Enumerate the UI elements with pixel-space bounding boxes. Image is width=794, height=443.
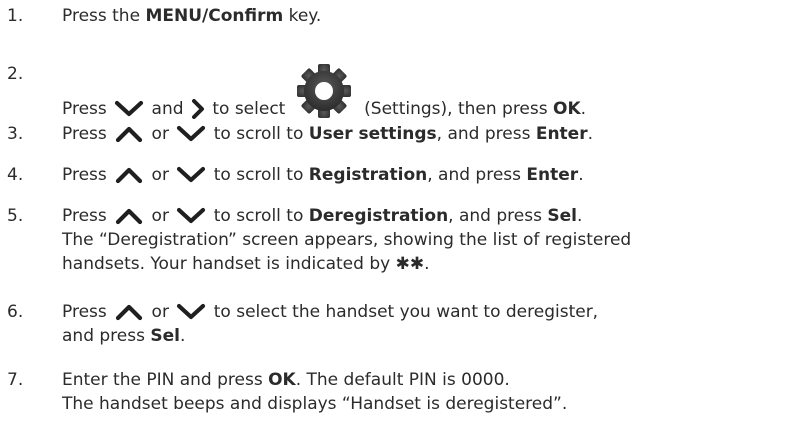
chevron-up-icon [114,166,144,184]
chevron-down-icon [176,166,206,184]
step-text: Press or to scroll to Registration, and … [62,163,584,187]
chevron-up-icon [114,303,144,321]
step-text-part: to scroll to [208,206,309,226]
key-name: MENU/Confirm [145,6,284,26]
step-number: 6. [7,302,24,322]
step-number: 5. [7,206,24,226]
step-text: Enter the PIN and press OK. The default … [62,368,567,416]
step-text-part: or [146,206,175,226]
step-text: Press or to scroll to Deregistration, an… [62,204,631,276]
key-name: Enter [526,165,579,185]
gear-icon [295,62,353,120]
step-text: Press and to select (Settings), then pre… [62,62,586,121]
chevron-down-icon [176,207,206,225]
step-text-part: Press [62,124,113,144]
step-text-part: . [580,99,587,119]
step-text-part: , and press [448,206,548,226]
step-text-part: and [146,99,189,119]
step-text-part: . [179,326,186,346]
step-text-part: to select the handset you want to deregi… [208,302,599,322]
chevron-right-icon [191,99,205,119]
step-text: Press or to select the handset you want … [62,300,598,348]
step-number: 1. [7,6,24,26]
key-name: Enter [535,124,588,144]
step-text-part: Press [62,165,113,185]
chevron-down-icon [114,100,144,118]
key-name: OK [268,370,296,390]
instruction-document: 1. Press the MENU/Confirm key. 2. Press … [0,0,794,443]
key-name: OK [553,99,581,119]
step-text-part: key. [283,6,322,26]
menu-item-name: User settings [308,124,437,144]
step-text-part: . [587,124,594,144]
step-text-part: or [146,165,175,185]
key-name: Sel [547,206,577,226]
step-text-part: Press [62,206,113,226]
step-detail-line: handsets. Your handset is indicated by ✱… [62,254,430,274]
step-text-part: . The default PIN is 0000. [295,370,510,390]
chevron-down-icon [176,125,206,143]
step-text-part: , and press [427,165,527,185]
step-number: 2. [7,64,24,84]
chevron-up-icon [114,207,144,225]
step-text: Press or to scroll to User settings, and… [62,122,593,146]
chevron-down-icon [176,303,206,321]
step-text: Press the MENU/Confirm key. [62,4,321,28]
chevron-up-icon [114,125,144,143]
step-text-part: or [146,302,175,322]
menu-item-name: Deregistration [308,206,449,226]
step-text-part: or [146,124,175,144]
step-detail-line: and press Sel. [62,324,598,348]
step-text-part: to scroll to [208,165,309,185]
step-text-part: (Settings), then press [358,99,554,119]
step-text-part: Press [62,302,113,322]
step-text-part: Press [62,99,113,119]
step-number: 7. [7,370,24,390]
step-number: 4. [7,165,24,185]
menu-item-name: Registration [308,165,428,185]
step-text-part: Press the [62,6,146,26]
step-text-part: and press [62,326,151,346]
step-text-part: to scroll to [208,124,309,144]
step-number: 3. [7,124,24,144]
step-detail-line: The handset beeps and displays “Handset … [62,394,568,414]
step-text-part: Enter the PIN and press [62,370,269,390]
step-text-part: to select [206,99,291,119]
key-name: Sel [150,326,180,346]
step-text-part: . [578,165,584,185]
step-text-part: . [576,206,583,226]
step-text-part: , and press [436,124,536,144]
step-detail-line: The “Deregistration” screen appears, sho… [62,230,632,250]
